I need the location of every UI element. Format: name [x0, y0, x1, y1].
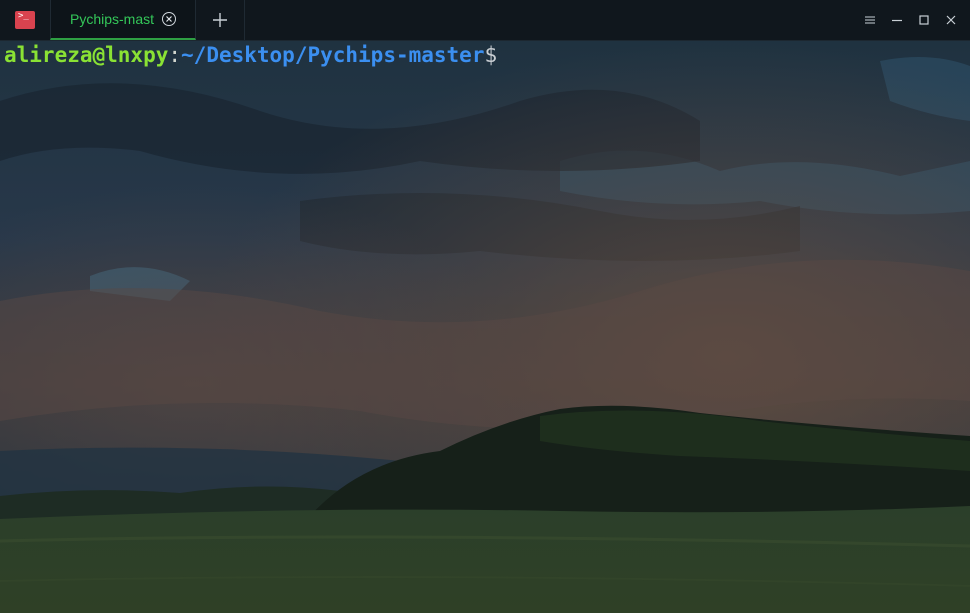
- terminal-body[interactable]: alireza@lnxpy:~/Desktop/Pychips-master$: [0, 41, 970, 613]
- titlebar-drag-area[interactable]: [245, 0, 856, 40]
- menu-button[interactable]: [856, 0, 883, 40]
- hamburger-menu-icon: [864, 16, 875, 24]
- prompt-path: ~/Desktop/Pychips-master: [181, 43, 485, 67]
- terminal-icon: >_: [15, 11, 35, 29]
- plus-icon: [213, 13, 227, 27]
- minimize-button[interactable]: [883, 0, 910, 40]
- close-icon: [946, 15, 955, 25]
- new-tab-button[interactable]: [196, 0, 245, 40]
- prompt-symbol: $: [484, 43, 498, 67]
- maximize-icon: [918, 15, 929, 25]
- close-x-icon: [166, 16, 172, 22]
- terminal-window: >_ Pychips-mast alireza@lnxpy:~/Desktop/…: [0, 0, 970, 613]
- prompt-line[interactable]: alireza@lnxpy:~/Desktop/Pychips-master$: [4, 41, 497, 69]
- prompt-user-host: alireza@lnxpy: [4, 43, 169, 67]
- prompt-separator: :: [168, 43, 182, 67]
- tab-title: Pychips-mast: [69, 11, 155, 27]
- title-bar: >_ Pychips-mast: [0, 0, 970, 41]
- close-button[interactable]: [937, 0, 964, 40]
- landscape-wallpaper: [0, 41, 970, 613]
- tab-close-icon[interactable]: [162, 12, 177, 26]
- maximize-button[interactable]: [910, 0, 937, 40]
- app-logo[interactable]: >_: [0, 0, 50, 40]
- tab-terminal[interactable]: Pychips-mast: [50, 0, 196, 40]
- window-controls: [856, 0, 970, 40]
- minimize-icon: [891, 19, 902, 22]
